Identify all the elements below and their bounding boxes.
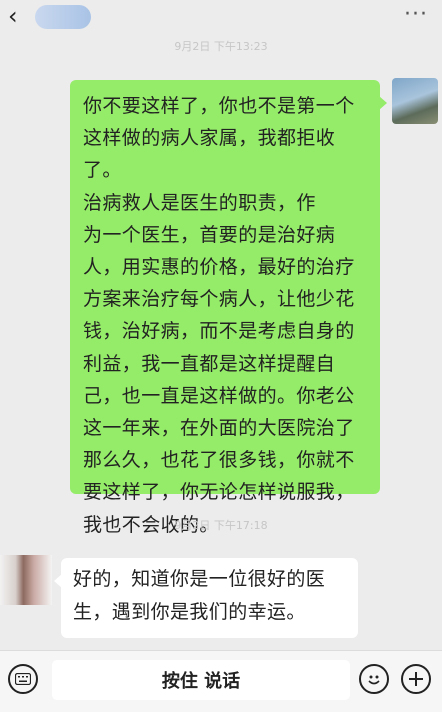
message-timestamp: 9月2日 下午17:18 <box>174 519 268 532</box>
more-icon[interactable]: ··· <box>404 2 428 27</box>
message-line: 治病救人是医生的职责，作 <box>83 191 316 214</box>
message-line: 这样做的病人家属，我都拒收了。 <box>83 127 336 182</box>
message-line: 方案来治疗每个病人，让他少花 <box>83 288 355 311</box>
message-timestamp: 9月2日 下午13:23 <box>174 40 268 53</box>
message-line: 人，用实惠的价格，最好的治疗 <box>83 256 355 279</box>
message-line: 己，也一直是这样做的。你老公 <box>83 384 355 407</box>
message-line: 要这样了，你无论怎样说服我， <box>83 481 355 504</box>
message-line: 那么久，也花了很多钱，你就不 <box>83 449 355 472</box>
message-line: 这一年来，在外面的大医院治了 <box>83 417 355 440</box>
avatar-contact[interactable] <box>0 555 52 605</box>
contact-name-blurred <box>35 5 91 29</box>
emoji-icon[interactable] <box>359 664 389 694</box>
message-line: 好的，知道你是一位很好的医 <box>73 568 326 590</box>
message-line: 钱，治好病，而不是考虑自身的 <box>83 320 355 343</box>
chevron-left-icon[interactable]: ‹ <box>8 2 18 30</box>
plus-icon[interactable] <box>401 664 431 694</box>
message-line: 生，遇到你是我们的幸运。 <box>73 601 306 623</box>
message-line: 为一个医生，首要的是治好病 <box>83 223 336 246</box>
hold-to-talk-button[interactable]: 按住 说话 <box>52 660 350 700</box>
message-bubble-received[interactable]: 好的，知道你是一位很好的医 生，遇到你是我们的幸运。 <box>54 558 358 638</box>
input-bar: 按住 说话 <box>0 650 442 712</box>
message-line: 利益，我一直都是这样提醒自 <box>83 352 336 375</box>
avatar-me[interactable] <box>392 78 438 124</box>
message-line: 你不要这样了，你也不是第一个 <box>83 95 355 117</box>
voice-keyboard-toggle-icon[interactable] <box>8 664 38 694</box>
chat-header: ‹ ··· <box>0 0 442 34</box>
message-bubble-sent[interactable]: 你不要这样了，你也不是第一个 这样做的病人家属，我都拒收了。 治病救人是医生的职… <box>70 80 387 536</box>
